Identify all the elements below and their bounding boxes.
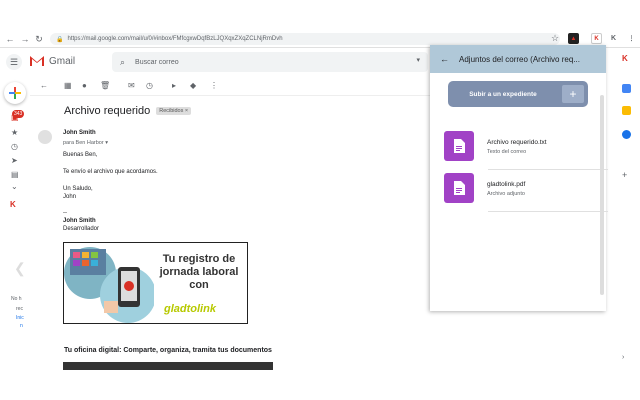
document-icon xyxy=(444,173,474,203)
search-options-icon[interactable]: ▾ xyxy=(416,56,420,64)
subject-text: Archivo requerido xyxy=(64,105,151,117)
divider xyxy=(488,169,608,170)
back-to-inbox-icon[interactable]: ← xyxy=(40,81,48,90)
lock-icon: 🔒 xyxy=(56,36,64,43)
gmail-logo[interactable]: Gmail xyxy=(29,55,75,67)
sent-icon[interactable]: ➤ xyxy=(11,156,18,165)
footer-title: Tu oficina digital: Comparte, organiza, … xyxy=(64,347,272,354)
panel-scrollbar[interactable] xyxy=(600,95,604,295)
gladtolink-logo-icon: K xyxy=(610,35,617,42)
gmail-m-icon xyxy=(30,56,44,66)
signoff: Un Saludo, xyxy=(63,186,93,192)
gmail-wordmark: Gmail xyxy=(49,55,76,67)
panel-header: ← Adjuntos del correo (Archivo req... xyxy=(430,45,606,73)
left-rail: ▣ 343 ★ ◷ ➤ ▤ ⌄ K ❮ No h rec Inic n xyxy=(0,76,30,400)
archive-icon[interactable]: ▦ xyxy=(64,81,72,90)
divider xyxy=(488,211,608,212)
avatar xyxy=(38,130,52,144)
attachment-type: Archivo adjunto xyxy=(487,191,525,197)
address-bar[interactable]: 🔒 https://mail.google.com/mail/u/0/#inbo… xyxy=(50,33,560,45)
body-text: Te envío el archivo que acordamos. xyxy=(63,169,158,175)
mark-unread-icon[interactable]: ✉ xyxy=(128,81,135,90)
folder-add-icon: + xyxy=(562,85,584,103)
attachment-item[interactable]: gladtolink.pdf Archivo adjunto xyxy=(444,173,608,213)
keep-icon[interactable] xyxy=(622,106,631,115)
gmail-header: ☰ Gmail ⌕ Buscar correo ▾ xyxy=(0,48,430,76)
attachment-type: Texto del correo xyxy=(487,149,527,155)
document-icon xyxy=(444,131,474,161)
message-toolbar: ← ▦ ● 🗑 ✉ ◷ ▸ ◆ ⋮ xyxy=(30,76,430,96)
recipient-text: para Ben Harbor xyxy=(63,140,104,146)
banner-illustration xyxy=(64,247,154,323)
panel-back-icon[interactable]: ← xyxy=(440,54,449,64)
gladtolink-rail-icon[interactable]: K xyxy=(10,200,16,209)
labels-icon[interactable]: ◆ xyxy=(190,81,196,90)
menu-dots-icon[interactable]: ⋮ xyxy=(626,33,637,44)
calendar-icon[interactable] xyxy=(622,84,631,93)
rail-text-2: rec xyxy=(16,306,23,312)
promo-banner[interactable]: Tu registro de jornada laboral con gladt… xyxy=(63,242,248,324)
url-text: https://mail.google.com/mail/u/0/#inbox/… xyxy=(67,36,283,42)
label-text: Recibidos xyxy=(159,108,184,114)
banner-brand: gladtolink xyxy=(164,303,216,315)
recipient-details-icon[interactable]: ▾ xyxy=(105,140,108,146)
delete-icon[interactable]: 🗑 xyxy=(100,81,110,90)
rail-text-1: No h xyxy=(11,296,22,302)
panel-title: Adjuntos del correo (Archivo req... xyxy=(459,54,580,64)
more-chevron-icon[interactable]: ⌄ xyxy=(11,182,18,191)
more-actions-icon[interactable]: ⋮ xyxy=(210,81,218,90)
starred-icon[interactable]: ★ xyxy=(11,128,18,137)
recipient-line[interactable]: para Ben Harbor ▾ xyxy=(63,140,108,146)
footer-bar xyxy=(63,362,273,370)
pdf-extension-icon[interactable]: ▲ xyxy=(568,33,579,44)
rail-text-4[interactable]: n xyxy=(20,323,23,329)
reload-icon[interactable]: ↻ xyxy=(32,32,46,46)
snoozed-icon[interactable]: ◷ xyxy=(11,142,18,151)
compose-button[interactable] xyxy=(4,82,26,104)
arrow-left-icon[interactable]: ← xyxy=(3,32,17,46)
greeting: Buenas Ben, xyxy=(63,152,98,158)
hamburger-menu-icon[interactable]: ☰ xyxy=(6,54,22,70)
snooze-icon[interactable]: ◷ xyxy=(146,81,153,90)
attachment-item[interactable]: Archivo requerido.txt Texto del correo xyxy=(444,131,608,171)
add-addon-icon[interactable]: + xyxy=(622,170,631,180)
unread-badge: 343 xyxy=(12,110,25,118)
tasks-icon[interactable] xyxy=(622,130,631,139)
move-to-icon[interactable]: ▸ xyxy=(172,81,176,90)
gladtolink-addon-icon[interactable]: K xyxy=(622,54,631,63)
gladtolink-extension-icon[interactable]: K xyxy=(591,33,602,44)
rail-text-3[interactable]: Inic xyxy=(16,315,24,321)
attachment-name: gladtolink.pdf xyxy=(487,181,526,188)
label-chip[interactable]: Recibidos × xyxy=(156,107,192,115)
label-remove-icon[interactable]: × xyxy=(185,108,188,114)
star-icon[interactable]: ☆ xyxy=(551,33,559,44)
right-rail: K + › xyxy=(612,48,640,400)
signoff-name: John xyxy=(63,194,77,200)
search-icon[interactable]: ⌕ xyxy=(120,57,125,68)
banner-headline: Tu registro de jornada laboral con xyxy=(159,253,239,291)
expand-panel-icon[interactable]: › xyxy=(622,354,631,363)
message-subject: Archivo requerido Recibidos × xyxy=(64,105,192,117)
sender-name[interactable]: John Smith xyxy=(63,130,96,136)
top-strip xyxy=(0,0,640,30)
signature-name: John Smith xyxy=(63,218,96,224)
signature-role: Desarrollador xyxy=(63,226,100,232)
upload-to-folder-button[interactable]: Subir a un expediente + xyxy=(448,81,588,107)
arrow-right-icon[interactable]: → xyxy=(18,32,32,46)
drafts-icon[interactable]: ▤ xyxy=(11,170,19,179)
search-placeholder: Buscar correo xyxy=(135,58,179,66)
search-input[interactable]: ⌕ Buscar correo ▾ xyxy=(112,52,428,72)
hangouts-icon[interactable]: ❮ xyxy=(14,260,26,277)
attachments-side-panel: ← Adjuntos del correo (Archivo req... Su… xyxy=(430,45,608,311)
signature-separator: -- xyxy=(63,210,67,216)
plus-icon xyxy=(9,87,21,99)
report-spam-icon[interactable]: ● xyxy=(82,81,87,90)
attachment-name: Archivo requerido.txt xyxy=(487,139,547,146)
upload-label: Subir a un expediente xyxy=(469,90,537,98)
